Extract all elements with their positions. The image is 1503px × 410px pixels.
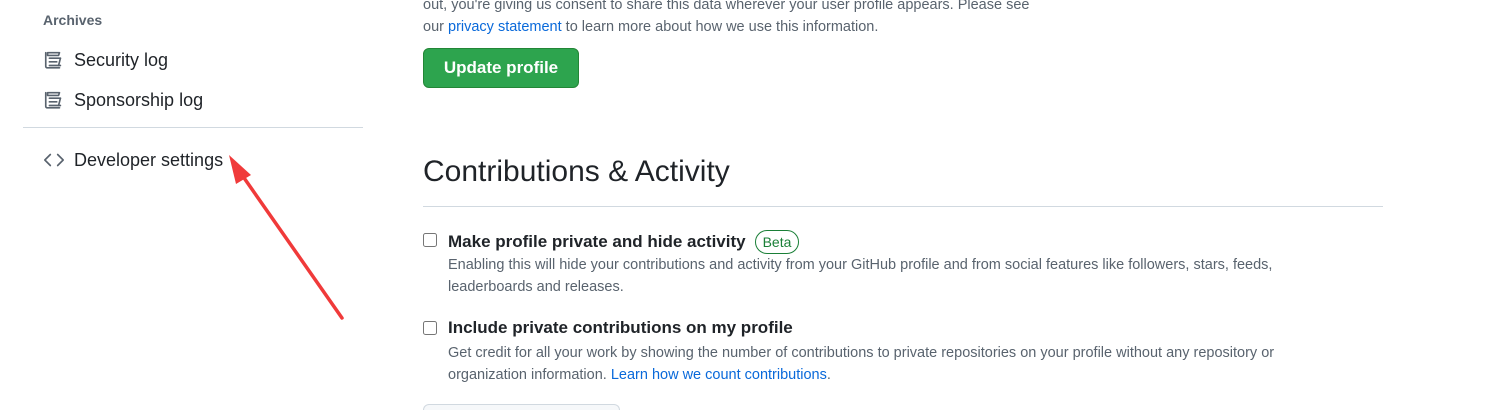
consent-line-2: our privacy statement to learn more abou… — [423, 16, 1063, 38]
private-contributions-checkbox[interactable] — [423, 321, 437, 335]
sidebar-item-label: Sponsorship log — [74, 89, 204, 110]
description-suffix: . — [826, 367, 831, 383]
consent-line-1: out, you're giving us consent to share t… — [423, 0, 1030, 13]
private-profile-checkbox[interactable] — [423, 233, 437, 247]
partially-visible-button[interactable] — [423, 404, 620, 410]
description-text: Get credit for all your work by showing … — [448, 345, 1275, 383]
settings-page: Archives Security log Sponsorship log De… — [0, 0, 1503, 410]
section-title: Contributions & Activity — [423, 155, 730, 188]
update-profile-button[interactable]: Update profile — [423, 48, 579, 88]
sidebar-item-label: Security log — [74, 49, 169, 70]
private-profile-label[interactable]: Make profile private and hide activity — [448, 232, 746, 252]
count-contributions-link[interactable]: Learn how we count contributions — [611, 367, 827, 383]
consent-prefix: our — [423, 19, 448, 35]
code-icon — [43, 149, 65, 171]
sidebar-item-sponsorship-log[interactable]: Sponsorship log — [43, 86, 203, 114]
sidebar-item-security-log[interactable]: Security log — [43, 46, 168, 74]
log-icon — [43, 49, 65, 71]
private-contributions-label[interactable]: Include private contributions on my prof… — [448, 318, 793, 338]
sidebar-item-developer-settings[interactable]: Developer settings — [43, 146, 223, 174]
private-profile-description: Enabling this will hide your contributio… — [448, 257, 1273, 295]
sidebar-item-label: Developer settings — [74, 149, 224, 170]
private-contributions-description: Get credit for all your work by showing … — [448, 342, 1328, 386]
option-label-row: Make profile private and hide activity B… — [448, 230, 800, 254]
section-divider — [423, 206, 1383, 207]
sidebar-divider — [23, 127, 363, 128]
option-label-row: Include private contributions on my prof… — [448, 318, 793, 338]
log-icon — [43, 89, 65, 111]
consent-suffix: to learn more about how we use this info… — [561, 19, 879, 35]
privacy-statement-link[interactable]: privacy statement — [448, 19, 562, 35]
archives-heading: Archives — [43, 12, 103, 28]
beta-badge: Beta — [754, 230, 800, 254]
consent-text: out, you're giving us consent to share t… — [423, 0, 1063, 38]
